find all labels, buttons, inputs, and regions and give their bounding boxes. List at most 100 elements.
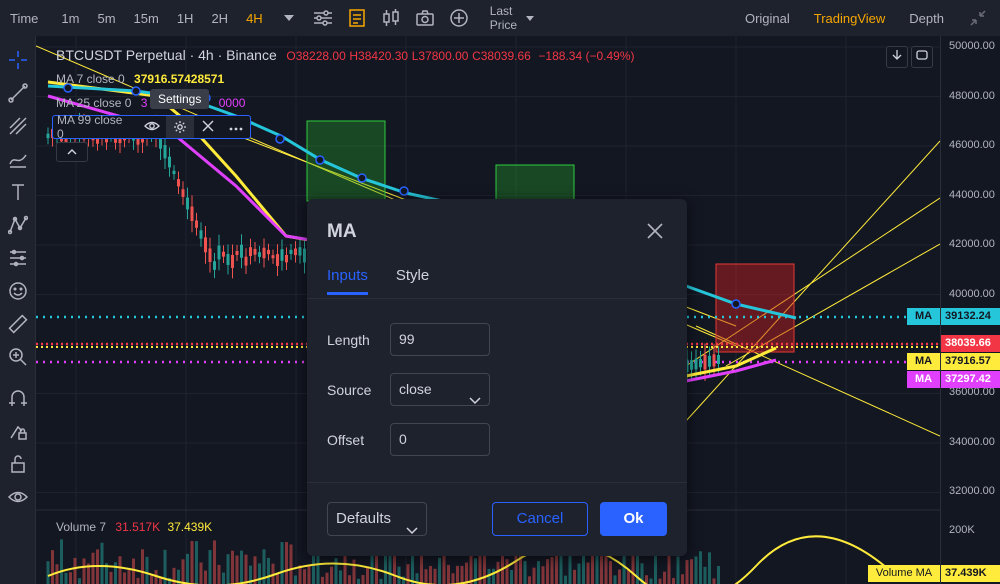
ma25-label: MA 25 close 0 — [56, 96, 132, 110]
price-label: 48000.00 — [949, 90, 995, 102]
interval-dropdown-icon[interactable] — [272, 0, 306, 36]
fib-icon[interactable] — [0, 111, 36, 141]
ma99-point — [275, 134, 285, 144]
ma7-label: MA 7 close 0 — [56, 72, 125, 86]
interval-15m[interactable]: 15m — [125, 0, 168, 36]
ma99-legend[interactable]: MA 99 close 0 — [52, 113, 251, 141]
fullscreen-button[interactable] — [911, 46, 933, 68]
volume-bar — [438, 557, 441, 584]
camera-icon[interactable] — [408, 0, 442, 36]
candle-type-icon[interactable] — [374, 0, 408, 36]
candle-body — [298, 247, 302, 256]
legend-collapse-button[interactable] — [56, 142, 88, 162]
volume-bar — [141, 549, 144, 584]
candle-body — [303, 248, 306, 263]
ok-button[interactable]: Ok — [600, 502, 667, 536]
volume-bar — [492, 568, 495, 584]
volume-bar — [712, 578, 716, 584]
ohlc-close: C38039.66 — [472, 49, 531, 63]
view-tradingview[interactable]: TradingView — [802, 0, 898, 36]
volume-bar — [208, 550, 212, 584]
cancel-button[interactable]: Cancel — [492, 502, 588, 536]
volume-bar — [213, 540, 216, 584]
candle-body — [258, 252, 261, 257]
candle-body — [190, 206, 194, 222]
interval-4h[interactable]: 4H — [237, 0, 272, 36]
lock-drawings-icon[interactable] — [0, 416, 36, 446]
dialog-tabs: Inputs Style — [327, 267, 457, 295]
close-icon[interactable] — [194, 120, 222, 135]
candle-body — [262, 247, 266, 259]
pattern-icon[interactable] — [0, 210, 36, 240]
volume-value: 31.517K — [115, 520, 161, 534]
close-icon[interactable] — [645, 221, 665, 241]
volume-ma-tag: 37.439K — [941, 565, 1000, 582]
ruler-icon[interactable] — [0, 309, 36, 339]
volume-bar — [64, 572, 68, 584]
more-icon[interactable] — [222, 120, 250, 134]
template-icon[interactable] — [340, 0, 374, 36]
tab-inputs[interactable]: Inputs — [327, 267, 368, 295]
interval-5m[interactable]: 5m — [88, 0, 124, 36]
measure-icon[interactable] — [0, 243, 36, 273]
ma99-point — [131, 86, 141, 96]
gear-icon[interactable] — [166, 116, 195, 138]
time-button[interactable]: Time — [0, 0, 52, 36]
length-input[interactable]: 99 — [390, 323, 490, 356]
volume-bar — [280, 542, 284, 584]
interval-1h[interactable]: 1H — [168, 0, 203, 36]
volume-bar — [325, 572, 329, 584]
crosshair-icon[interactable] — [0, 45, 36, 75]
emoji-icon[interactable] — [0, 276, 36, 306]
add-icon[interactable] — [442, 0, 476, 36]
interval-2h[interactable]: 2H — [202, 0, 237, 36]
volume-bar — [69, 572, 72, 584]
volume-bar — [195, 541, 198, 584]
indicator-settings-icon[interactable] — [306, 0, 340, 36]
last-price-selector[interactable]: Last Price — [476, 4, 523, 32]
volume-bar — [541, 566, 545, 584]
candle-body — [717, 354, 720, 365]
price-axis[interactable]: 50000.00 48000.00 46000.00 44000.00 4200… — [940, 36, 1000, 584]
volume-legend[interactable]: Volume 7 31.517K 37.439K — [56, 520, 212, 534]
candle-body — [712, 354, 716, 367]
trend-line-icon[interactable] — [0, 78, 36, 108]
collapse-icon[interactable] — [956, 0, 1000, 36]
brush-icon[interactable] — [0, 144, 36, 174]
volume-bar — [600, 555, 603, 584]
chevron-down-icon — [406, 515, 418, 547]
offset-input[interactable]: 0 — [390, 423, 490, 456]
footer-divider — [307, 482, 687, 483]
ma25-price-tag: 37297.42 — [941, 371, 1000, 388]
last-price-dropdown-icon[interactable] — [523, 0, 537, 36]
tab-style[interactable]: Style — [396, 267, 429, 295]
eye-icon[interactable] — [138, 120, 166, 135]
volume-bar — [127, 568, 131, 584]
candle-body — [699, 358, 702, 368]
source-select[interactable]: close — [390, 373, 490, 406]
candle-body — [294, 248, 297, 256]
download-button[interactable] — [886, 46, 908, 68]
volume-bar — [294, 575, 297, 584]
volume-bar — [523, 560, 527, 584]
view-original[interactable]: Original — [733, 0, 802, 36]
volume-bar — [334, 558, 338, 584]
volume-bar — [339, 570, 342, 584]
view-depth[interactable]: Depth — [897, 0, 956, 36]
defaults-dropdown[interactable]: Defaults — [327, 502, 427, 536]
volume-bar — [357, 578, 360, 584]
text-icon[interactable] — [0, 177, 36, 207]
magnet-icon[interactable] — [0, 383, 36, 413]
lock-icon[interactable] — [0, 449, 36, 479]
ohlc-high: H38420.30 — [349, 49, 409, 63]
last-price-line2: Price — [489, 18, 518, 32]
price-label: 32000.00 — [949, 485, 995, 497]
volume-bar — [577, 563, 581, 584]
volume-bar — [285, 542, 288, 584]
interval-1m[interactable]: 1m — [52, 0, 88, 36]
volume-bar — [109, 571, 113, 584]
candle-body — [217, 245, 221, 260]
ma7-legend[interactable]: MA 7 close 0 37916.57428571 — [56, 72, 224, 86]
zoom-in-icon[interactable] — [0, 342, 36, 372]
eye-icon[interactable] — [0, 482, 36, 512]
